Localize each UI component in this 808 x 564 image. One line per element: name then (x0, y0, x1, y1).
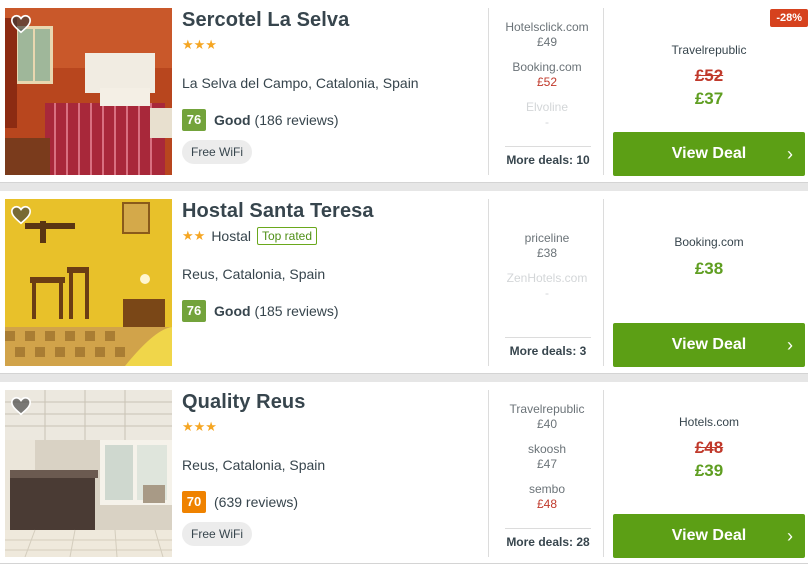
deal-partner: sembo (528, 482, 566, 496)
view-deal-label: View Deal (671, 527, 747, 544)
review-score-badge: 76 (182, 300, 206, 322)
star-icons: ★★★ (182, 37, 217, 52)
deal-partner: priceline (524, 231, 570, 245)
star-icons: ★★ (182, 228, 206, 243)
hotel-name[interactable]: Quality Reus (182, 391, 305, 414)
hotel-photo[interactable] (5, 8, 172, 175)
review-rating[interactable]: 76 Good (186 reviews) (182, 109, 339, 131)
deal-price: £38 (536, 246, 558, 260)
deal-price: - (545, 115, 549, 129)
best-price: £37 (694, 89, 724, 108)
old-price: £48 (694, 438, 724, 457)
hotel-info: Hostal Santa Teresa ★★ Hostal Top rated … (182, 191, 482, 373)
more-deals-link[interactable]: More deals: 28 (505, 528, 591, 549)
star-icons: ★★★ (182, 419, 217, 434)
deal-item[interactable]: priceline £38 (489, 231, 605, 261)
deal-partner: Travelrepublic (509, 402, 585, 416)
heart-icon[interactable] (10, 204, 32, 226)
review-score-badge: 76 (182, 109, 206, 131)
old-price: £52 (694, 66, 724, 85)
deal-price: £40 (536, 417, 558, 431)
deal-item: ZenHotels.com - (489, 271, 605, 301)
hotel-card: Hostal Santa Teresa ★★ Hostal Top rated … (0, 191, 808, 374)
best-price: £38 (694, 259, 724, 278)
hotel-location: La Selva del Campo, Catalonia, Spain (182, 75, 419, 91)
best-deal-partner: Hotels.com (678, 415, 740, 429)
deal-price: £47 (536, 457, 558, 471)
heart-icon[interactable] (10, 13, 32, 35)
hotel-card: Sercotel La Selva ★★★ La Selva del Campo… (0, 0, 808, 183)
deal-partner: Elvoline (525, 100, 569, 114)
star-rating-row: ★★★ (182, 419, 217, 435)
star-rating-row: ★★★ (182, 37, 217, 53)
deal-item[interactable]: Booking.com £52 (489, 60, 605, 90)
best-deal-column: Hotels.com £48 £39 View Deal › (613, 390, 805, 558)
deal-item: Elvoline - (489, 100, 605, 130)
review-rating[interactable]: 76 Good (185 reviews) (182, 300, 339, 322)
chevron-right-icon: › (787, 526, 793, 546)
review-rating[interactable]: 70 (639 reviews) (182, 491, 298, 513)
hotel-info: Quality Reus ★★★ Reus, Catalonia, Spain … (182, 382, 482, 563)
review-score-badge: 70 (182, 491, 206, 513)
best-deal-partner: Travelrepublic (671, 43, 747, 57)
best-deal-column: Booking.com £38 View Deal › (613, 199, 805, 367)
deal-item[interactable]: Travelrepublic £40 (489, 402, 605, 432)
chevron-right-icon: › (787, 335, 793, 355)
hotel-location: Reus, Catalonia, Spain (182, 457, 326, 473)
deal-item[interactable]: sembo £48 (489, 482, 605, 512)
top-rated-badge: Top rated (257, 227, 318, 245)
amenity-tag: Free WiFi (182, 140, 252, 164)
more-deals-link[interactable]: More deals: 10 (505, 146, 591, 167)
best-deal-partner: Booking.com (674, 235, 744, 249)
deal-partner: ZenHotels.com (506, 271, 588, 285)
hotel-name[interactable]: Sercotel La Selva (182, 9, 349, 32)
chevron-right-icon: › (787, 144, 793, 164)
more-deals-link[interactable]: More deals: 3 (505, 337, 591, 358)
review-count: (186 reviews) (254, 112, 339, 128)
review-count: (639 reviews) (214, 494, 299, 510)
best-price: £39 (694, 461, 724, 480)
other-deals-column: priceline £38 ZenHotels.com - More deals… (488, 199, 604, 366)
hotel-card: Quality Reus ★★★ Reus, Catalonia, Spain … (0, 382, 808, 564)
deal-partner: skoosh (527, 442, 567, 456)
review-count: (185 reviews) (254, 303, 339, 319)
deal-partner: Booking.com (512, 60, 582, 74)
amenity-tag: Free WiFi (182, 522, 252, 546)
hotel-photo[interactable] (5, 390, 172, 557)
heart-icon[interactable] (10, 395, 32, 417)
property-type: Hostal (211, 228, 251, 244)
other-deals-column: Travelrepublic £40 skoosh £47 sembo £48 … (488, 390, 604, 557)
view-deal-label: View Deal (671, 145, 747, 162)
deal-price: - (545, 286, 549, 300)
hotel-photo[interactable] (5, 199, 172, 366)
other-deals-column: Hotelsclick.com £49 Booking.com £52 Elvo… (488, 8, 604, 175)
view-deal-button[interactable]: View Deal › (613, 323, 805, 367)
rating-word: Good (214, 112, 251, 128)
deal-price: £48 (536, 497, 558, 511)
hotel-location: Reus, Catalonia, Spain (182, 266, 326, 282)
hotel-info: Sercotel La Selva ★★★ La Selva del Campo… (182, 0, 482, 182)
hotel-name[interactable]: Hostal Santa Teresa (182, 200, 374, 223)
view-deal-button[interactable]: View Deal › (613, 514, 805, 558)
deal-item[interactable]: Hotelsclick.com £49 (489, 20, 605, 50)
deal-item[interactable]: skoosh £47 (489, 442, 605, 472)
best-deal-column: Travelrepublic £52 £37 View Deal › (613, 8, 805, 176)
view-deal-label: View Deal (671, 336, 747, 353)
star-rating-row: ★★ Hostal Top rated (182, 227, 318, 245)
deal-partner: Hotelsclick.com (505, 20, 589, 34)
deal-price: £52 (536, 75, 558, 89)
deal-price: £49 (536, 35, 558, 49)
rating-word: Good (214, 303, 251, 319)
discount-badge: -28% (770, 9, 808, 27)
view-deal-button[interactable]: View Deal › (613, 132, 805, 176)
